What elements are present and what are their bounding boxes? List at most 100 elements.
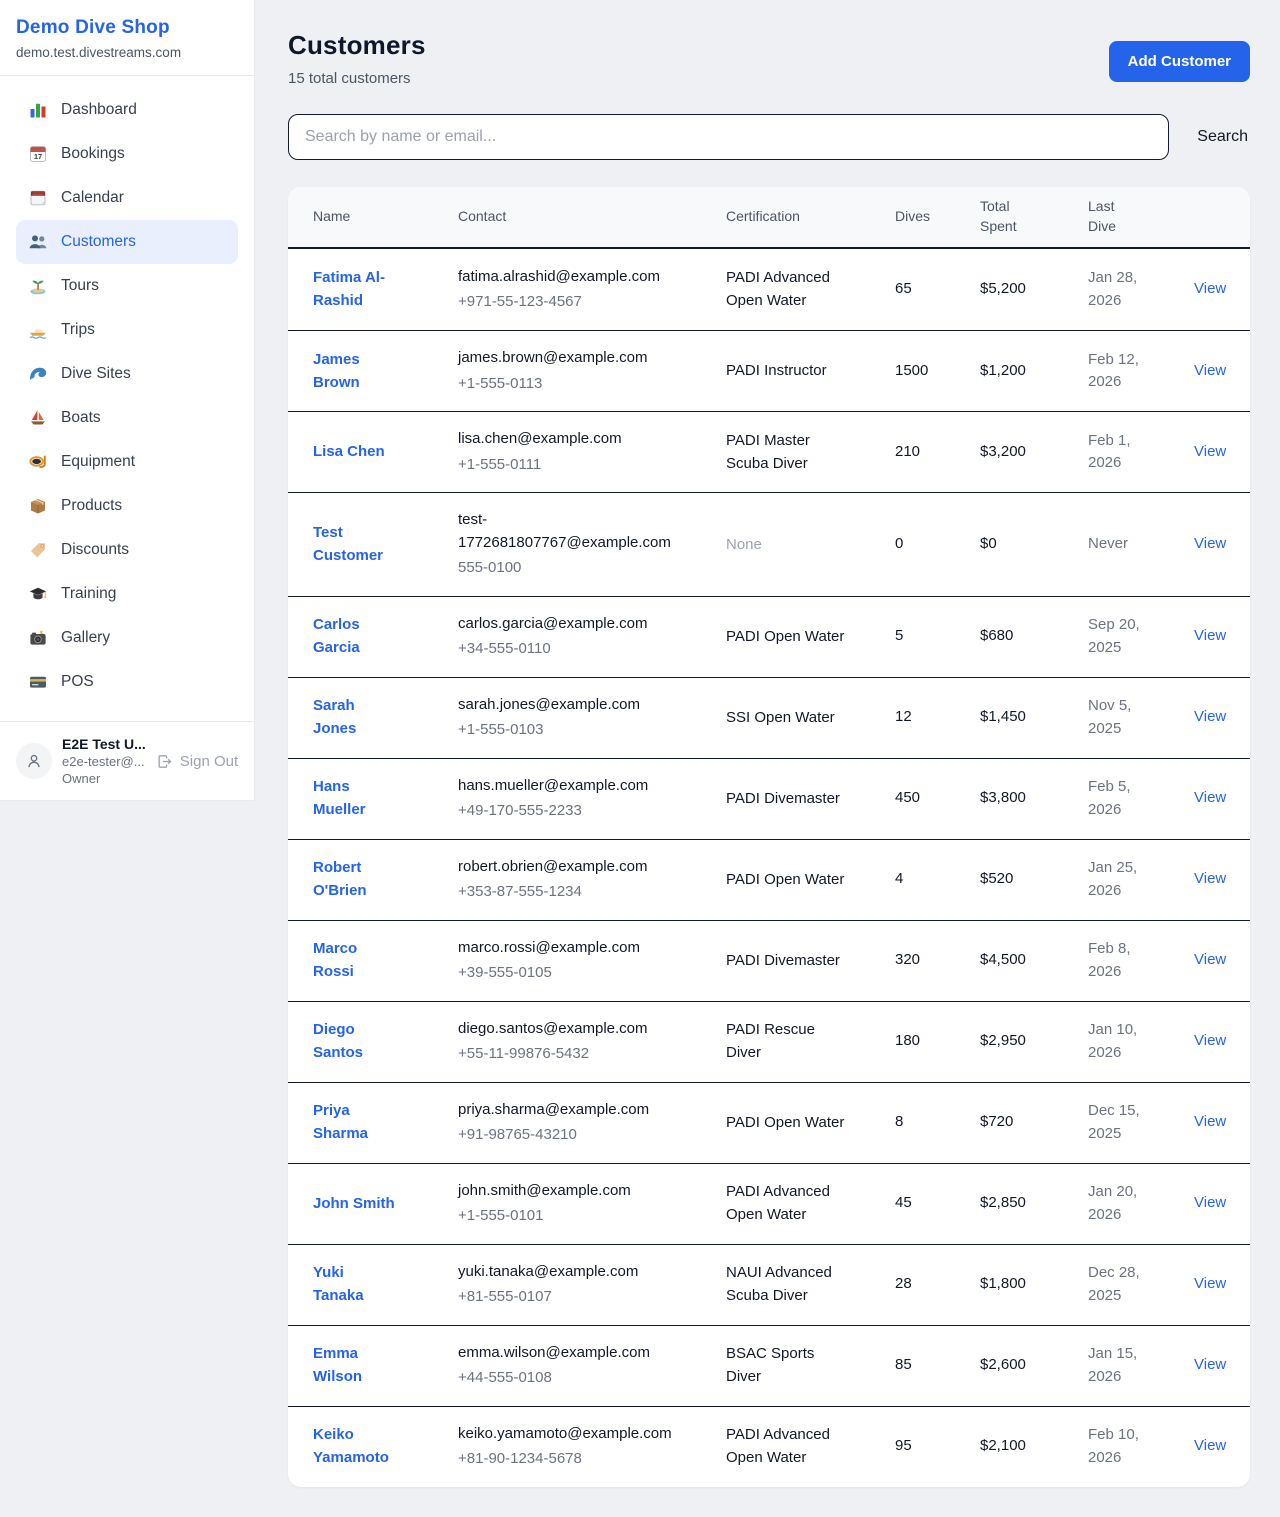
customer-name-link[interactable]: Fatima Al-Rashid: [313, 266, 397, 313]
sidebar-item-trips[interactable]: Trips: [16, 308, 238, 352]
customer-email: diego.santos@example.com: [458, 1018, 676, 1041]
view-link[interactable]: View: [1194, 1194, 1226, 1211]
sidebar-item-products[interactable]: Products: [16, 484, 238, 528]
sidebar-item-label: POS: [61, 673, 94, 691]
search-button[interactable]: Search: [1195, 120, 1250, 154]
sidebar-item-calendar[interactable]: Calendar: [16, 176, 238, 220]
dives-count: 5: [895, 625, 980, 648]
customer-name-link[interactable]: Diego Santos: [313, 1018, 397, 1065]
user-block: E2E Test U... e2e-tester@... Owner: [62, 736, 146, 786]
view-link[interactable]: View: [1194, 1032, 1226, 1049]
total-spent: $3,200: [980, 441, 1088, 464]
training-icon: [28, 584, 48, 604]
table-row: Emma Wilsonemma.wilson@example.com+44-55…: [288, 1325, 1250, 1406]
sidebar-item-label: Bookings: [61, 145, 125, 163]
customer-name-link[interactable]: Yuki Tanaka: [313, 1261, 397, 1308]
sidebar-footer: E2E Test U... e2e-tester@... Owner Sign …: [0, 721, 254, 800]
sidebar-item-tours[interactable]: Tours: [16, 264, 238, 308]
page-title: Customers: [288, 30, 426, 61]
customer-name-link[interactable]: Marco Rossi: [313, 937, 397, 984]
customer-phone: +39-555-0105: [458, 962, 706, 985]
last-dive: Feb 1, 2026: [1088, 430, 1148, 475]
dives-count: 45: [895, 1192, 980, 1215]
customer-name-link[interactable]: Carlos Garcia: [313, 613, 397, 660]
svg-text:17: 17: [34, 152, 42, 161]
last-dive: Dec 28, 2025: [1088, 1262, 1148, 1307]
customer-name-link[interactable]: John Smith: [313, 1192, 395, 1215]
customer-phone: +1-555-0111: [458, 454, 706, 477]
view-link[interactable]: View: [1194, 1275, 1226, 1292]
sidebar-item-training[interactable]: Training: [16, 572, 238, 616]
view-link[interactable]: View: [1194, 870, 1226, 887]
view-link[interactable]: View: [1194, 951, 1226, 968]
customer-name-link[interactable]: James Brown: [313, 348, 397, 395]
customer-email: yuki.tanaka@example.com: [458, 1261, 676, 1284]
column-header-dives: Dives: [895, 207, 980, 227]
view-link[interactable]: View: [1194, 708, 1226, 725]
sign-out-label: Sign Out: [180, 753, 238, 770]
view-link[interactable]: View: [1194, 535, 1226, 552]
sign-out-button[interactable]: Sign Out: [156, 753, 238, 770]
customer-phone: +55-11-99876-5432: [458, 1043, 706, 1066]
products-icon: [28, 496, 48, 516]
table-row: Hans Muellerhans.mueller@example.com+49-…: [288, 758, 1250, 839]
customer-email: keiko.yamamoto@example.com: [458, 1423, 676, 1446]
dives-count: 210: [895, 441, 980, 464]
customer-phone: +49-170-555-2233: [458, 800, 706, 823]
total-spent: $2,950: [980, 1030, 1088, 1053]
customer-email: robert.obrien@example.com: [458, 856, 676, 879]
certification: NAUI Advanced Scuba Diver: [726, 1261, 850, 1308]
customer-phone: +91-98765-43210: [458, 1124, 706, 1147]
dives-count: 85: [895, 1354, 980, 1377]
customer-email: john.smith@example.com: [458, 1180, 676, 1203]
table-row: Sarah Jonessarah.jones@example.com+1-555…: [288, 677, 1250, 758]
user-name: E2E Test U...: [62, 736, 146, 752]
sidebar-item-dashboard[interactable]: Dashboard: [16, 88, 238, 132]
search-row: Search: [288, 114, 1250, 160]
sidebar-item-boats[interactable]: Boats: [16, 396, 238, 440]
table-row: Carlos Garciacarlos.garcia@example.com+3…: [288, 596, 1250, 677]
sidebar-item-dive-sites[interactable]: Dive Sites: [16, 352, 238, 396]
sidebar-item-pos[interactable]: POS: [16, 660, 238, 704]
dashboard-icon: [28, 100, 48, 120]
customer-name-link[interactable]: Keiko Yamamoto: [313, 1423, 397, 1470]
view-link[interactable]: View: [1194, 280, 1226, 297]
view-link[interactable]: View: [1194, 362, 1226, 379]
view-link[interactable]: View: [1194, 627, 1226, 644]
search-input[interactable]: [288, 114, 1169, 160]
sidebar-item-discounts[interactable]: Discounts: [16, 528, 238, 572]
customer-name-link[interactable]: Emma Wilson: [313, 1342, 397, 1389]
certification: PADI Open Water: [726, 625, 844, 648]
view-link[interactable]: View: [1194, 1356, 1226, 1373]
customer-phone: +1-555-0113: [458, 373, 706, 396]
sidebar-item-label: Boats: [61, 409, 101, 427]
customer-name-link[interactable]: Robert O'Brien: [313, 856, 397, 903]
column-header-total-spent: Total Spent: [980, 197, 1030, 236]
sidebar-item-customers[interactable]: Customers: [16, 220, 238, 264]
view-link[interactable]: View: [1194, 789, 1226, 806]
customer-name-link[interactable]: Test Customer: [313, 521, 397, 568]
customers-table: NameContactCertificationDivesTotal Spent…: [288, 187, 1250, 1487]
customer-email: lisa.chen@example.com: [458, 428, 676, 451]
sidebar-item-bookings[interactable]: 17 Bookings: [16, 132, 238, 176]
sidebar-item-gallery[interactable]: Gallery: [16, 616, 238, 660]
customer-phone: +1-555-0103: [458, 719, 706, 742]
dives-count: 320: [895, 949, 980, 972]
total-customers-count: 15 total customers: [288, 70, 426, 87]
view-link[interactable]: View: [1194, 1113, 1226, 1130]
dives-count: 0: [895, 533, 980, 556]
customer-name-link[interactable]: Sarah Jones: [313, 694, 397, 741]
view-link[interactable]: View: [1194, 443, 1226, 460]
view-link[interactable]: View: [1194, 1437, 1226, 1454]
customer-name-link[interactable]: Priya Sharma: [313, 1099, 397, 1146]
dives-count: 8: [895, 1111, 980, 1134]
total-spent: $2,850: [980, 1192, 1088, 1215]
customer-name-link[interactable]: Hans Mueller: [313, 775, 397, 822]
customer-email: emma.wilson@example.com: [458, 1342, 676, 1365]
add-customer-button[interactable]: Add Customer: [1109, 41, 1250, 82]
sidebar-item-equipment[interactable]: Equipment: [16, 440, 238, 484]
sidebar-item-label: Dive Sites: [61, 365, 131, 383]
certification: PADI Advanced Open Water: [726, 266, 850, 313]
table-header-row: NameContactCertificationDivesTotal Spent…: [288, 187, 1250, 249]
customer-name-link[interactable]: Lisa Chen: [313, 440, 385, 463]
